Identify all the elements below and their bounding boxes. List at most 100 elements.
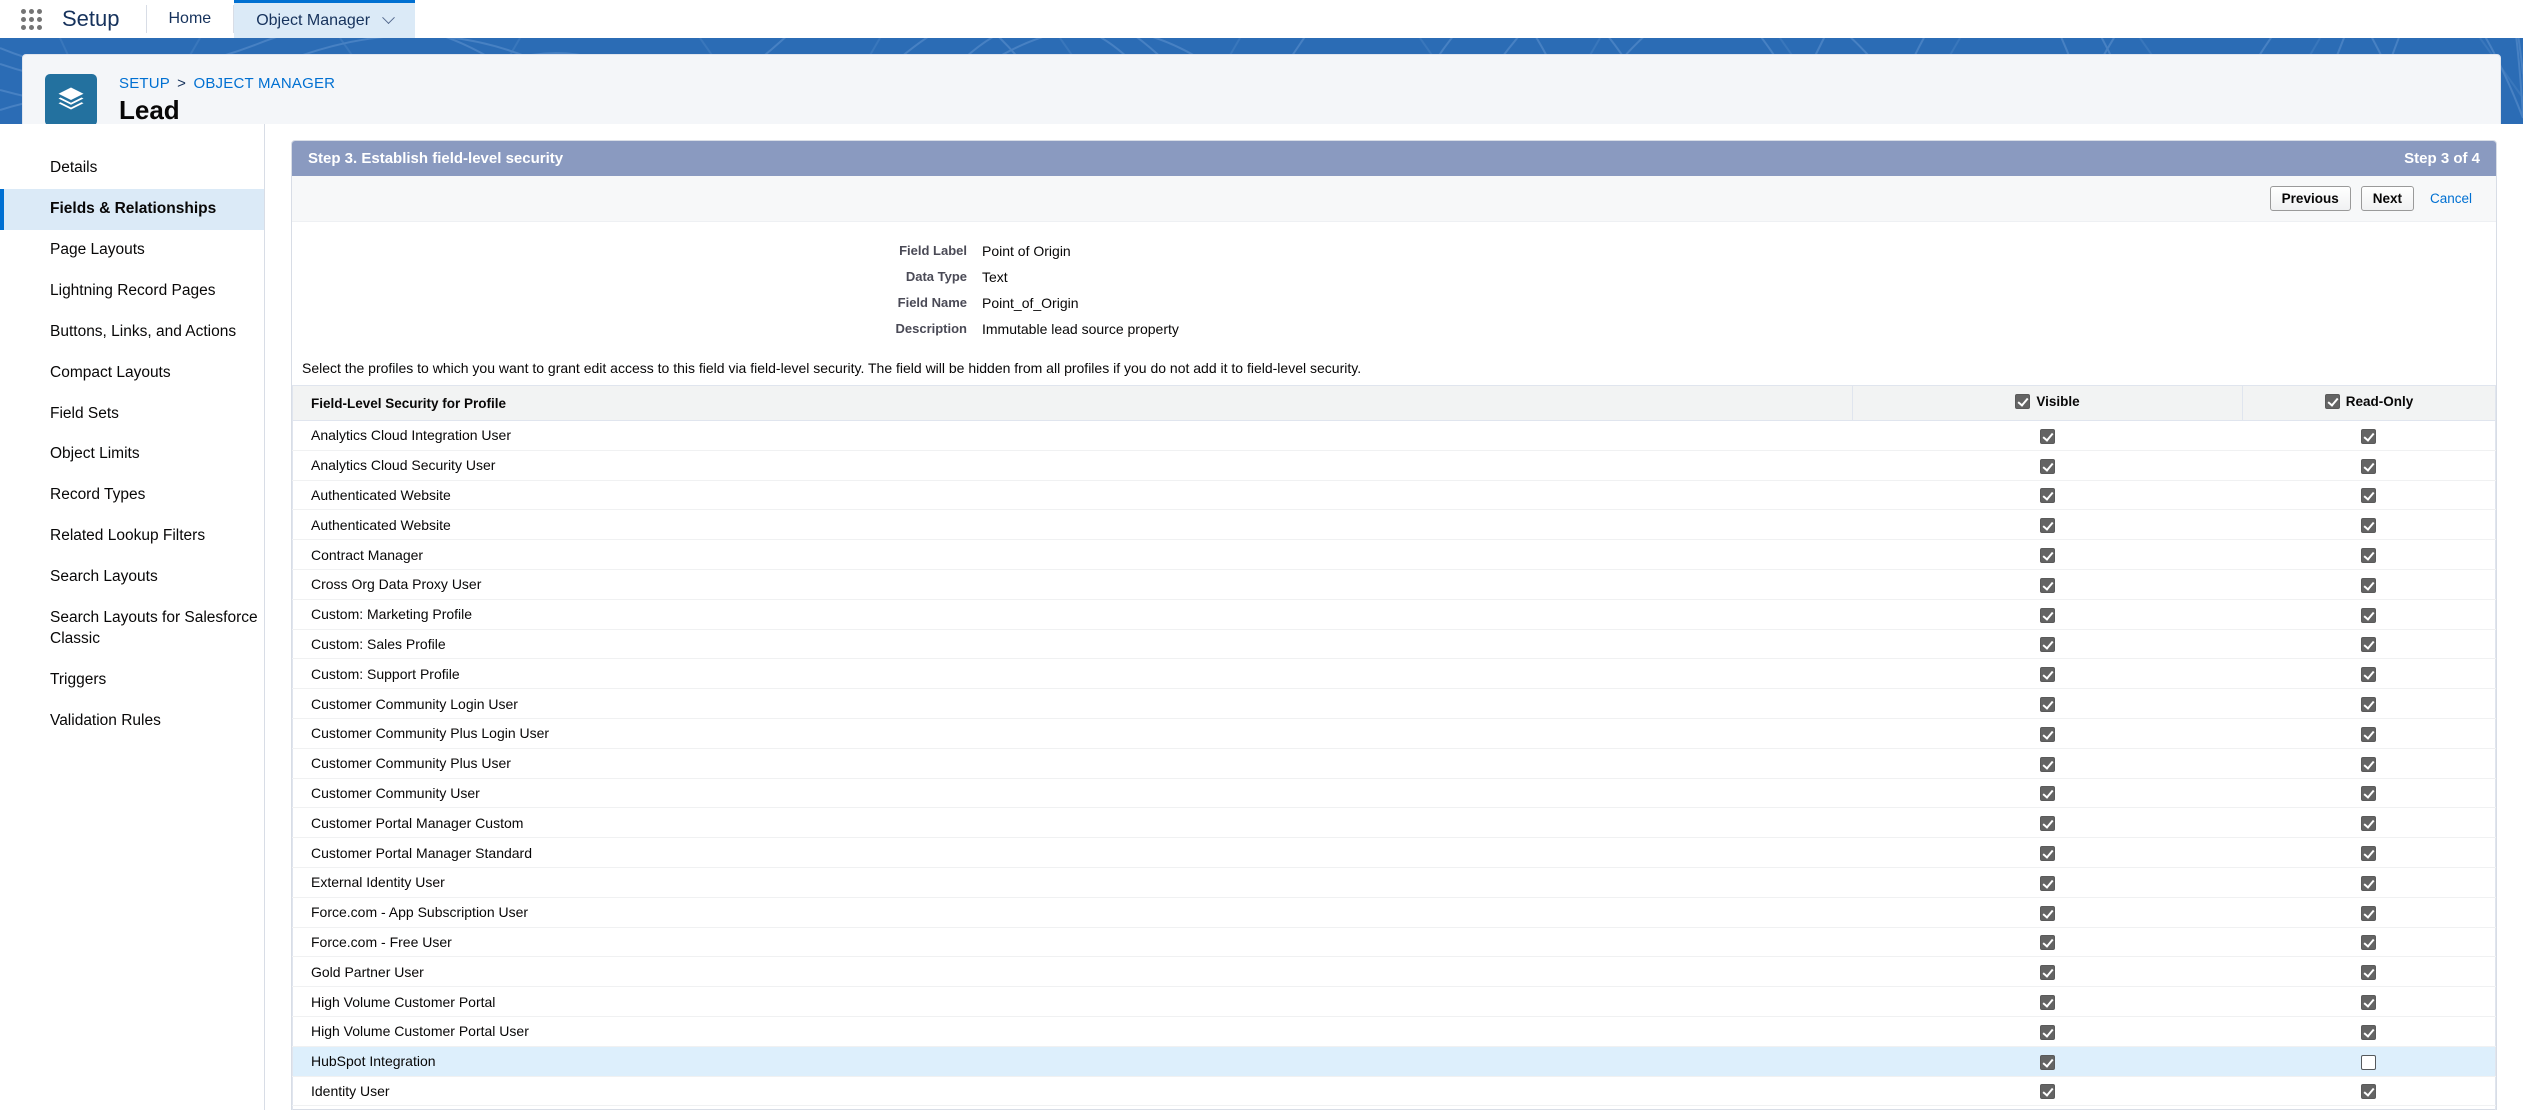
profile-name-cell: Custom: Sales Profile xyxy=(292,629,1853,660)
read-only-checkbox[interactable] xyxy=(2361,816,2377,832)
page-title: Lead xyxy=(119,94,180,125)
visible-select-all-checkbox[interactable] xyxy=(2015,394,2031,409)
sidebar-item-related-lookup-filters[interactable]: Related Lookup Filters xyxy=(0,516,264,557)
read-only-cell xyxy=(2242,1016,2496,1047)
table-row: Marketing User xyxy=(292,1105,2496,1110)
read-only-checkbox[interactable] xyxy=(2361,667,2377,683)
visible-checkbox[interactable] xyxy=(2040,1054,2055,1070)
sidebar-item-object-limits[interactable]: Object Limits xyxy=(0,434,264,475)
read-only-checkbox[interactable] xyxy=(2361,696,2377,712)
visible-checkbox[interactable] xyxy=(2040,935,2055,951)
visible-checkbox[interactable] xyxy=(2040,905,2055,921)
column-header-visible[interactable]: Visible xyxy=(1852,385,2243,421)
chevron-down-icon[interactable] xyxy=(382,11,395,25)
sidebar-item-record-types[interactable]: Record Types xyxy=(0,475,264,516)
read-only-checkbox[interactable] xyxy=(2361,607,2377,623)
cancel-link[interactable]: Cancel xyxy=(2424,187,2478,210)
sidebar-item-validation-rules[interactable]: Validation Rules xyxy=(0,701,264,742)
table-row: Gold Partner User xyxy=(292,956,2496,988)
table-row: Custom: Sales Profile xyxy=(292,629,2496,660)
read-only-checkbox[interactable] xyxy=(2361,577,2377,593)
profile-name-cell: Analytics Cloud Security User xyxy=(292,450,1853,481)
tab-object-manager[interactable]: Object Manager xyxy=(234,0,416,38)
sidebar-item-buttons-links-and-actions[interactable]: Buttons, Links, and Actions xyxy=(0,312,264,353)
visible-checkbox[interactable] xyxy=(2040,577,2055,593)
visible-cell xyxy=(1852,1076,2243,1107)
read-only-checkbox[interactable] xyxy=(2361,965,2377,981)
visible-checkbox[interactable] xyxy=(2040,1084,2055,1100)
sidebar-item-search-layouts-for-salesforce-classic[interactable]: Search Layouts for Salesforce Classic xyxy=(0,598,264,660)
visible-checkbox[interactable] xyxy=(2040,488,2055,504)
sidebar-item-compact-layouts[interactable]: Compact Layouts xyxy=(0,353,264,394)
field-summary-label: Description xyxy=(895,321,967,336)
visible-checkbox[interactable] xyxy=(2040,547,2055,563)
read-only-checkbox[interactable] xyxy=(2361,1054,2377,1070)
read-only-checkbox[interactable] xyxy=(2361,458,2377,474)
read-only-checkbox[interactable] xyxy=(2361,935,2377,951)
read-only-cell xyxy=(2242,1105,2496,1110)
breadcrumb-setup[interactable]: SETUP xyxy=(119,75,170,92)
read-only-checkbox[interactable] xyxy=(2361,1084,2377,1100)
visible-checkbox[interactable] xyxy=(2040,965,2055,981)
read-only-checkbox[interactable] xyxy=(2361,488,2377,504)
visible-cell xyxy=(1852,807,2243,839)
field-summary-label: Data Type xyxy=(905,269,967,284)
read-only-select-all-checkbox[interactable] xyxy=(2324,394,2340,409)
visible-checkbox[interactable] xyxy=(2040,428,2055,444)
read-only-checkbox[interactable] xyxy=(2361,875,2377,891)
sidebar-item-lightning-record-pages[interactable]: Lightning Record Pages xyxy=(0,271,264,312)
read-only-checkbox[interactable] xyxy=(2361,726,2377,742)
read-only-checkbox[interactable] xyxy=(2361,994,2377,1010)
profile-name-cell: Customer Community Plus Login User xyxy=(292,718,1853,749)
visible-checkbox[interactable] xyxy=(2040,607,2055,623)
field-summary-row: Description Immutable lead source propert… xyxy=(292,316,2496,342)
visible-checkbox[interactable] xyxy=(2040,816,2055,832)
visible-cell xyxy=(1852,658,2243,690)
read-only-checkbox[interactable] xyxy=(2361,845,2377,861)
visible-checkbox[interactable] xyxy=(2040,458,2055,474)
visible-checkbox[interactable] xyxy=(2040,667,2055,683)
read-only-checkbox[interactable] xyxy=(2361,786,2377,802)
visible-cell xyxy=(1852,927,2243,958)
column-header-read-only[interactable]: Read-Only xyxy=(2242,385,2496,421)
visible-checkbox[interactable] xyxy=(2040,845,2055,861)
table-row: Customer Community Plus Login User xyxy=(292,718,2496,749)
read-only-checkbox[interactable] xyxy=(2361,905,2377,921)
read-only-checkbox[interactable] xyxy=(2361,518,2377,534)
visible-checkbox[interactable] xyxy=(2040,875,2055,891)
sidebar-item-page-layouts[interactable]: Page Layouts xyxy=(0,230,264,271)
read-only-checkbox[interactable] xyxy=(2361,547,2377,563)
wizard-action-row: Previous Next Cancel xyxy=(292,176,2496,222)
visible-checkbox[interactable] xyxy=(2040,756,2055,772)
app-launcher-button[interactable] xyxy=(0,0,62,38)
visible-checkbox[interactable] xyxy=(2040,696,2055,712)
field-summary-value: Point_of_Origin xyxy=(982,295,1079,311)
read-only-checkbox[interactable] xyxy=(2361,428,2377,444)
breadcrumb-separator: > xyxy=(177,74,187,92)
profile-name-cell: Custom: Support Profile xyxy=(292,658,1853,690)
read-only-checkbox[interactable] xyxy=(2361,1024,2377,1040)
previous-button[interactable]: Previous xyxy=(2269,186,2351,211)
visible-checkbox[interactable] xyxy=(2040,637,2055,653)
sidebar-item-label: Record Types xyxy=(50,486,146,504)
sidebar-item-search-layouts[interactable]: Search Layouts xyxy=(0,557,264,598)
visible-cell xyxy=(1852,718,2243,749)
profile-name-cell: Customer Community Login User xyxy=(292,688,1853,719)
table-row: Customer Portal Manager Standard xyxy=(292,837,2496,868)
visible-checkbox[interactable] xyxy=(2040,518,2055,534)
tab-home[interactable]: Home xyxy=(147,0,234,38)
next-button[interactable]: Next xyxy=(2360,186,2414,211)
read-only-checkbox[interactable] xyxy=(2361,637,2377,653)
visible-checkbox[interactable] xyxy=(2040,786,2055,802)
visible-cell xyxy=(1852,986,2243,1017)
visible-checkbox[interactable] xyxy=(2040,1024,2055,1040)
visible-checkbox[interactable] xyxy=(2040,994,2055,1010)
sidebar-item-fields-relationships[interactable]: Fields & Relationships xyxy=(0,188,264,230)
sidebar-item-triggers[interactable]: Triggers xyxy=(0,660,264,701)
sidebar-item-field-sets[interactable]: Field Sets xyxy=(0,394,264,435)
read-only-checkbox[interactable] xyxy=(2361,756,2377,772)
visible-cell xyxy=(1852,569,2243,600)
breadcrumb-object-manager[interactable]: OBJECT MANAGER xyxy=(193,75,335,92)
visible-checkbox[interactable] xyxy=(2040,726,2055,742)
sidebar-item-details[interactable]: Details xyxy=(0,148,264,189)
